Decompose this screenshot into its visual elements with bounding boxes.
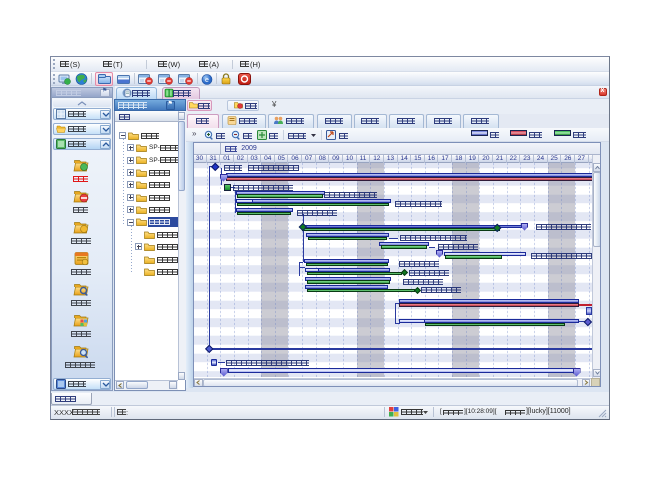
svg-text:e: e: [205, 77, 209, 84]
